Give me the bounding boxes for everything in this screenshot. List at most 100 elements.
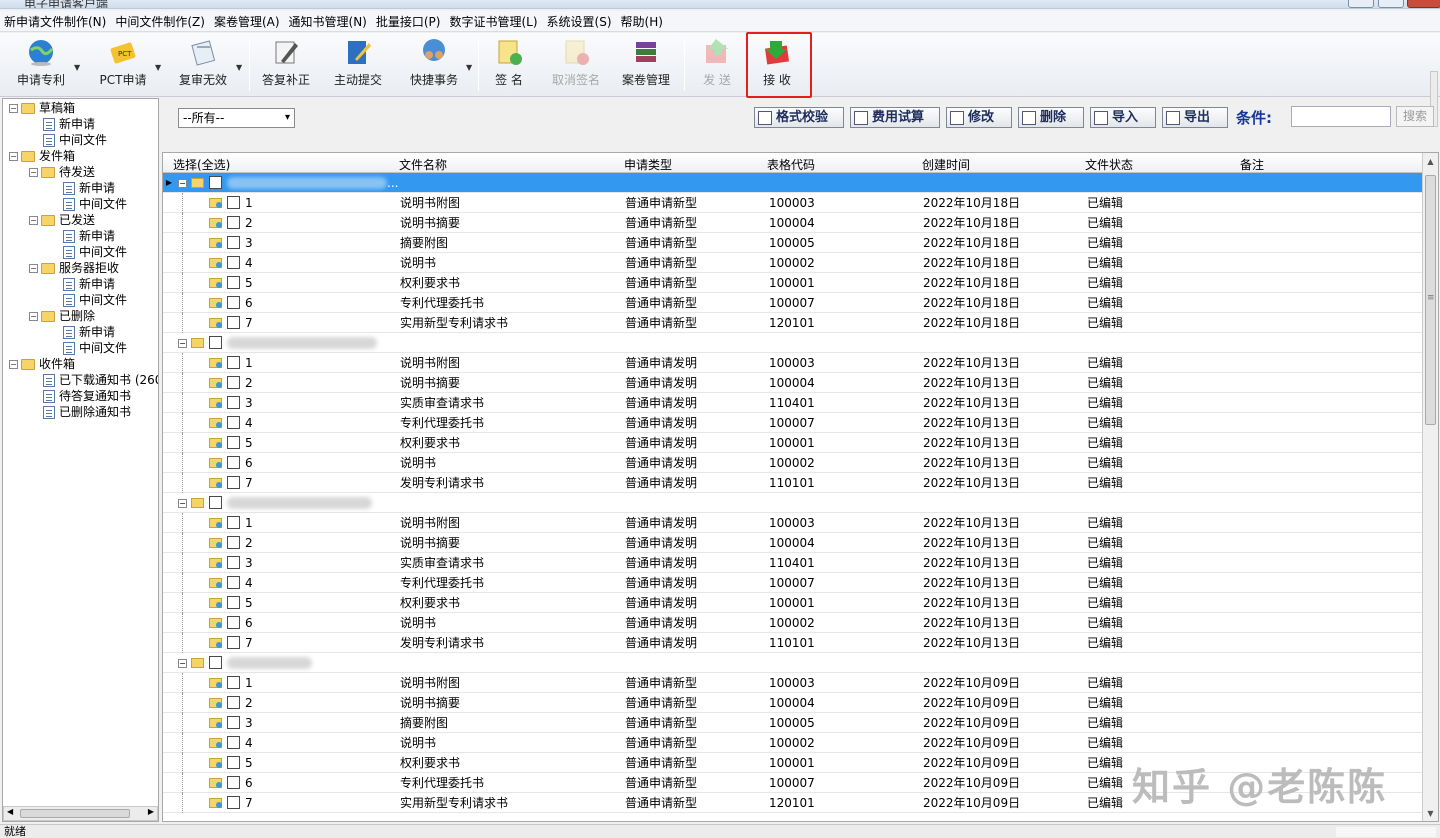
tree-downloaded-notices[interactable]: 已下载通知书 (260 — [43, 372, 158, 388]
row-checkbox[interactable] — [227, 236, 240, 249]
table-row[interactable]: 6 说明书 普通申请发明 100002 2022年10月13日 已编辑 — [163, 613, 1423, 633]
collapse-icon[interactable]: − — [178, 659, 187, 668]
tree-to-reply-notices[interactable]: 待答复通知书 — [43, 388, 131, 404]
col-status[interactable]: 文件状态 — [1085, 156, 1133, 173]
scroll-right-icon[interactable]: ▶ — [148, 807, 154, 816]
collapse-icon[interactable]: − — [9, 359, 18, 369]
grid-vertical-scrollbar[interactable]: ▲ ≡ ▼ — [1422, 153, 1438, 821]
row-checkbox[interactable] — [227, 456, 240, 469]
table-row[interactable]: 2 说明书摘要 普通申请新型 100004 2022年10月18日 已编辑 — [163, 213, 1423, 233]
chevron-down-icon[interactable]: ▼ — [236, 63, 242, 72]
chevron-down-icon[interactable]: ▼ — [74, 63, 80, 72]
row-checkbox[interactable] — [227, 596, 240, 609]
row-checkbox[interactable] — [227, 216, 240, 229]
collapse-icon[interactable]: − — [178, 179, 187, 188]
scroll-down-icon[interactable]: ▼ — [1425, 807, 1436, 821]
table-row[interactable]: 2 说明书摘要 普通申请发明 100004 2022年10月13日 已编辑 — [163, 373, 1423, 393]
table-row[interactable]: 4 专利代理委托书 普通申请发明 100007 2022年10月13日 已编辑 — [163, 573, 1423, 593]
row-checkbox[interactable] — [227, 796, 240, 809]
collapse-icon[interactable]: − — [29, 215, 38, 225]
maximize-button[interactable] — [1378, 0, 1404, 8]
row-checkbox[interactable] — [227, 576, 240, 589]
sign-button[interactable]: 签 名 — [486, 37, 532, 95]
table-row[interactable]: 3 摘要附图 普通申请新型 100005 2022年10月09日 已编辑 — [163, 713, 1423, 733]
table-row[interactable]: 7 发明专利请求书 普通申请发明 110101 2022年10月13日 已编辑 — [163, 633, 1423, 653]
table-row[interactable]: 2 说明书摘要 普通申请发明 100004 2022年10月13日 已编辑 — [163, 533, 1423, 553]
row-checkbox[interactable] — [227, 376, 240, 389]
row-checkbox[interactable] — [227, 736, 240, 749]
row-checkbox[interactable] — [227, 536, 240, 549]
delete-button[interactable]: 删除 — [1018, 107, 1084, 128]
menu-batch-interface[interactable]: 批量接口(P) — [376, 13, 441, 30]
active-submit-button[interactable]: 主动提交 — [330, 37, 386, 95]
collapse-icon[interactable]: − — [29, 263, 38, 273]
tree-drafts[interactable]: − 草稿箱 — [9, 100, 75, 116]
tree-inbox[interactable]: − 收件箱 — [9, 356, 75, 372]
table-row[interactable]: 5 权利要求书 普通申请发明 100001 2022年10月13日 已编辑 — [163, 433, 1423, 453]
group-row[interactable]: − — [163, 333, 1423, 353]
menu-case-management[interactable]: 案卷管理(A) — [214, 13, 280, 30]
format-check-button[interactable]: 格式校验 — [754, 107, 844, 128]
col-created[interactable]: 创建时间 — [922, 156, 970, 173]
group-row[interactable]: − — [163, 653, 1423, 673]
table-row[interactable]: 1 说明书附图 普通申请新型 100003 2022年10月18日 已编辑 — [163, 193, 1423, 213]
reexam-button[interactable]: 复审无效 — [176, 37, 230, 95]
scroll-up-icon[interactable]: ▲ — [1425, 155, 1436, 169]
row-checkbox[interactable] — [227, 256, 240, 269]
table-row[interactable]: 3 摘要附图 普通申请新型 100005 2022年10月18日 已编辑 — [163, 233, 1423, 253]
col-note[interactable]: 备注 — [1240, 156, 1264, 173]
group-checkbox[interactable] — [209, 496, 222, 509]
tree-deleted-notices[interactable]: 已删除通知书 — [43, 404, 131, 420]
pct-apply-button[interactable]: PCT PCT申请 — [96, 37, 150, 95]
table-row[interactable]: 4 说明书 普通申请新型 100002 2022年10月18日 已编辑 — [163, 253, 1423, 273]
table-row[interactable]: 4 说明书 普通申请新型 100002 2022年10月09日 已编辑 — [163, 733, 1423, 753]
tree-pending-mid[interactable]: 中间文件 — [63, 196, 127, 212]
row-checkbox[interactable] — [227, 276, 240, 289]
scroll-thumb[interactable] — [20, 809, 130, 818]
tree-drafts-new[interactable]: 新申请 — [43, 116, 95, 132]
table-row[interactable]: 7 发明专利请求书 普通申请发明 110101 2022年10月13日 已编辑 — [163, 473, 1423, 493]
tree-pending-new[interactable]: 新申请 — [63, 180, 115, 196]
col-code[interactable]: 表格代码 — [767, 156, 815, 173]
row-checkbox[interactable] — [227, 316, 240, 329]
chevron-down-icon[interactable]: ▼ — [466, 63, 472, 72]
group-row[interactable]: ▶ −... — [163, 173, 1423, 193]
table-row[interactable]: 3 实质审查请求书 普通申请发明 110401 2022年10月13日 已编辑 — [163, 553, 1423, 573]
tree-rejected-mid[interactable]: 中间文件 — [63, 292, 127, 308]
tree-sent-mid[interactable]: 中间文件 — [63, 244, 127, 260]
table-row[interactable]: 6 专利代理委托书 普通申请新型 100007 2022年10月18日 已编辑 — [163, 293, 1423, 313]
row-checkbox[interactable] — [227, 556, 240, 569]
menu-new-application[interactable]: 新申请文件制作(N) — [4, 13, 106, 30]
col-type[interactable]: 申请类型 — [624, 156, 672, 173]
close-button[interactable] — [1407, 0, 1440, 8]
menu-settings[interactable]: 系统设置(S) — [547, 13, 612, 30]
tree-sent-new[interactable]: 新申请 — [63, 228, 115, 244]
tree-rejected-new[interactable]: 新申请 — [63, 276, 115, 292]
collapse-icon[interactable]: − — [29, 311, 38, 321]
table-row[interactable]: 4 专利代理委托书 普通申请发明 100007 2022年10月13日 已编辑 — [163, 413, 1423, 433]
menu-certificate[interactable]: 数字证书管理(L) — [449, 13, 537, 30]
reply-correction-button[interactable]: 答复补正 — [258, 37, 314, 95]
tree-pending[interactable]: − 待发送 — [29, 164, 95, 180]
tree-sent[interactable]: − 已发送 — [29, 212, 95, 228]
row-checkbox[interactable] — [227, 696, 240, 709]
group-row[interactable]: − — [163, 493, 1423, 513]
minimize-button[interactable] — [1348, 0, 1374, 8]
tree-outbox[interactable]: − 发件箱 — [9, 148, 75, 164]
tree-rejected[interactable]: − 服务器拒收 — [29, 260, 119, 276]
row-checkbox[interactable] — [227, 196, 240, 209]
row-checkbox[interactable] — [227, 296, 240, 309]
table-row[interactable]: 1 说明书附图 普通申请发明 100003 2022年10月13日 已编辑 — [163, 353, 1423, 373]
menu-help[interactable]: 帮助(H) — [621, 13, 663, 30]
search-button[interactable]: 搜索 — [1396, 106, 1434, 127]
apply-patent-button[interactable]: 申请专利 — [14, 37, 68, 95]
row-checkbox[interactable] — [227, 716, 240, 729]
col-select-all[interactable]: 选择(全选) — [173, 156, 230, 173]
row-checkbox[interactable] — [227, 776, 240, 789]
table-row[interactable]: 1 说明书附图 普通申请发明 100003 2022年10月13日 已编辑 — [163, 513, 1423, 533]
export-button[interactable]: 导出 — [1162, 107, 1228, 128]
table-row[interactable]: 5 权利要求书 普通申请新型 100001 2022年10月18日 已编辑 — [163, 273, 1423, 293]
row-checkbox[interactable] — [227, 476, 240, 489]
group-checkbox[interactable] — [209, 656, 222, 669]
collapse-icon[interactable]: − — [178, 499, 187, 508]
